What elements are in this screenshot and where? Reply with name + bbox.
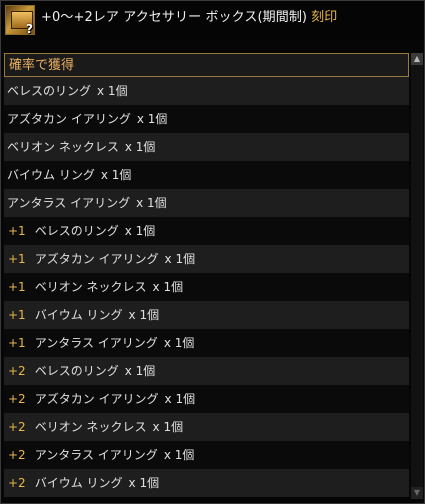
item-name: アンタラス イアリング [34,448,158,462]
window-header: ? +0～+2レア アクセサリー ボックス(期間制) 刻印 [1,1,424,41]
scroll-up-icon[interactable]: ▲ [411,53,423,65]
list-item[interactable]: ベレスのリング x 1個 [4,77,409,105]
list-item[interactable]: +2 バイウム リング x 1個 [4,469,409,497]
list-item[interactable]: +2 アンタラス イアリング x 1個 [4,441,409,469]
item-quantity: x 1個 [97,84,128,98]
item-quantity: x 1個 [163,336,195,350]
item-quantity: x 1個 [124,140,156,154]
list-item[interactable]: アンタラス イアリング x 1個 [4,189,409,217]
list-item[interactable]: +1 アンタラス イアリング x 1個 [4,329,409,357]
item-name: ベレスのリング [7,84,92,98]
engraved-tag: 刻印 [311,10,338,25]
enchant-level: +2 [8,420,26,434]
enchant-level: +2 [8,476,26,490]
item-name: ベリオン ネックレス [7,140,119,154]
enchant-level: +1 [8,308,26,322]
reward-rows: ベレスのリング x 1個 アズタカン イアリング x 1個 ベリオン ネックレス x 1個… [4,77,409,497]
reward-list: 確率で獲得 ベレスのリング x 1個 アズタカン イアリング x 1個 ベリオン ネック… [4,53,409,499]
list-item[interactable]: +2 アズタカン イアリング x 1個 [4,385,409,413]
enchant-level: +2 [8,448,26,462]
reward-window: ? +0～+2レア アクセサリー ボックス(期間制) 刻印 確率で獲得 ベレスのリ… [0,0,425,504]
list-item[interactable]: +1 アズタカン イアリング x 1個 [4,245,409,273]
item-quantity: x 1個 [136,112,168,126]
list-item[interactable]: アズタカン イアリング x 1個 [4,105,409,133]
scrollbar[interactable]: ▲ ▼ [411,53,423,499]
item-quantity: x 1個 [124,224,156,238]
list-item[interactable]: +1 ベリオン ネックレス x 1個 [4,273,409,301]
enchant-level: +1 [8,336,26,350]
list-item[interactable]: バイウム リング x 1個 [4,161,409,189]
enchant-level: +2 [8,364,26,378]
item-quantity: x 1個 [128,476,160,490]
item-quantity: x 1個 [152,280,184,294]
item-name: アズタカン イアリング [34,252,159,266]
item-name: アズタカン イアリング [34,392,159,406]
item-quantity: x 1個 [164,252,196,266]
item-title: +0～+2レア アクセサリー ボックス(期間制) 刻印 [41,6,337,25]
item-quantity: x 1個 [136,196,167,210]
item-name: アズタカン イアリング [7,112,131,126]
item-name: アンタラス イアリング [34,336,158,350]
enchant-level: +2 [8,392,26,406]
enchant-level: +1 [8,224,26,238]
item-quantity: x 1個 [100,168,132,182]
item-name: ベレスのリング [34,224,119,238]
item-name: バイウム リング [34,476,123,490]
item-name: ベレスのリング [34,364,119,378]
list-item[interactable]: +1 バイウム リング x 1個 [4,301,409,329]
item-quantity: x 1個 [164,392,196,406]
item-quantity: x 1個 [124,364,156,378]
item-quantity: x 1個 [163,448,195,462]
enchant-level: +1 [8,252,26,266]
item-name: アンタラス イアリング [7,196,131,210]
gold-box-question-icon[interactable]: ? [5,5,35,36]
item-name: バイウム リング [34,308,123,322]
section-header-chance: 確率で獲得 [4,53,409,77]
enchant-level: +1 [8,280,26,294]
item-title-text: +0～+2レア アクセサリー ボックス(期間制) [41,10,308,25]
list-item[interactable]: ベリオン ネックレス x 1個 [4,133,409,161]
question-mark-icon: ? [26,22,33,36]
list-item[interactable]: +2 ベレスのリング x 1個 [4,357,409,385]
item-name: ベリオン ネックレス [34,420,147,434]
item-quantity: x 1個 [128,308,160,322]
item-name: バイウム リング [7,168,95,182]
list-item[interactable]: +1 ベレスのリング x 1個 [4,217,409,245]
list-item[interactable]: +2 ベリオン ネックレス x 1個 [4,413,409,441]
scroll-down-icon[interactable]: ▼ [411,487,423,499]
item-name: ベリオン ネックレス [34,280,147,294]
item-quantity: x 1個 [152,420,184,434]
